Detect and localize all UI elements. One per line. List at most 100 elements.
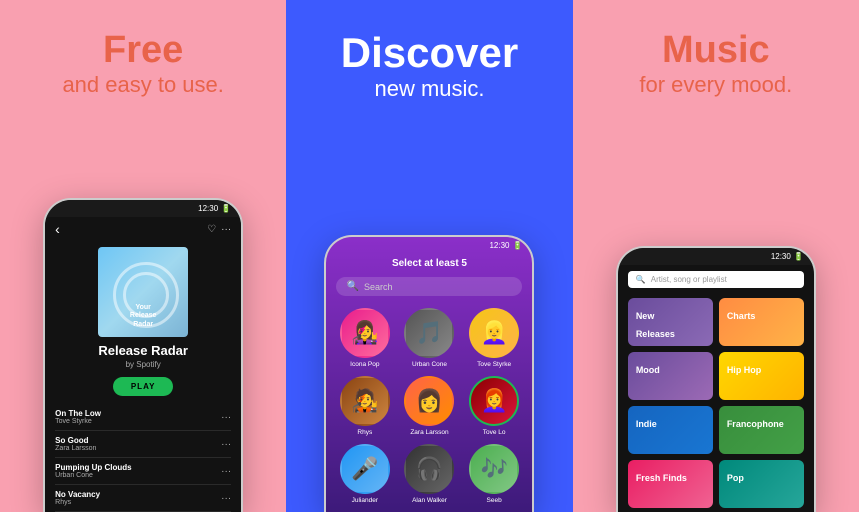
cat-label-fresh-finds: Fresh Finds <box>636 473 687 483</box>
cat-label-mood: Mood <box>636 365 660 375</box>
track-artist-4: Rhys <box>55 499 100 506</box>
artist-item[interactable]: 🎤 Juliander <box>336 444 393 504</box>
back-button[interactable]: ‹ <box>55 221 60 237</box>
header-icons: ♡ ··· <box>207 224 231 235</box>
center-status-time: 12:30 <box>489 241 509 250</box>
cat-label-charts: Charts <box>727 311 756 321</box>
left-status-time: 12:30 <box>198 204 218 213</box>
center-title: Discover <box>341 30 518 76</box>
search-icon-center: 🔍 <box>346 281 358 292</box>
right-search-placeholder: Artist, song or playlist <box>651 275 727 284</box>
category-mood[interactable]: Mood <box>628 352 713 400</box>
release-radar-title: Release Radar <box>45 343 241 358</box>
track-artist-1: Tove Styrke <box>55 418 101 425</box>
category-fresh-finds[interactable]: Fresh Finds <box>628 460 713 508</box>
artist-item[interactable]: 👩‍🎤 Icona Pop <box>336 308 393 368</box>
track-more-2[interactable]: ··· <box>221 439 231 450</box>
artist-name-5: Zara Larsson <box>410 429 448 436</box>
battery-icon: 🔋 <box>221 204 231 213</box>
artist-item[interactable]: 🧑‍🎤 Rhys <box>336 376 393 436</box>
artist-name-4: Rhys <box>357 429 372 436</box>
track-more-3[interactable]: ··· <box>221 466 231 477</box>
category-francophone[interactable]: Francophone <box>719 406 804 454</box>
left-phone: 12:30 🔋 ‹ ♡ ··· YourReleaseRadar Release… <box>43 198 243 512</box>
cat-label-new-releases: NewReleases <box>636 311 675 339</box>
left-panel: Free and easy to use. 12:30 🔋 ‹ ♡ ··· Yo… <box>0 0 286 512</box>
cat-label-francophone: Francophone <box>727 419 784 429</box>
artist-circle-5: 👩 <box>404 376 454 426</box>
artist-item[interactable]: 🎧 Alan Walker <box>401 444 458 504</box>
release-radar-by: by Spotify <box>45 360 241 369</box>
artist-item[interactable]: 👱‍♀️ Tove Styrke <box>466 308 523 368</box>
center-search-bar[interactable]: 🔍 Search <box>336 277 522 296</box>
artist-name-7: Juliander <box>352 497 378 504</box>
track-item: So Good Zara Larsson ··· <box>55 431 231 458</box>
artist-name-1: Icona Pop <box>350 361 379 368</box>
right-phone: 12:30 🔋 🔍 Artist, song or playlist NewRe… <box>616 246 816 512</box>
track-artist-2: Zara Larsson <box>55 445 96 452</box>
battery-icon-r: 🔋 <box>794 252 804 261</box>
artist-name-2: Urban Cone <box>412 361 447 368</box>
category-new-releases[interactable]: NewReleases <box>628 298 713 346</box>
categories-grid: NewReleases Charts Mood Hip Hop Indie Fr… <box>618 294 814 512</box>
left-phone-header: ‹ ♡ ··· <box>45 217 241 241</box>
play-button[interactable]: PLAY <box>113 377 173 396</box>
artist-name-6: Tove Lo <box>483 429 506 436</box>
category-pop[interactable]: Pop <box>719 460 804 508</box>
left-status-bar: 12:30 🔋 <box>45 200 241 217</box>
cat-label-indie: Indie <box>636 419 657 429</box>
track-list: On The Low Tove Styrke ··· So Good Zara … <box>45 404 241 512</box>
artist-circle-9: 🎶 <box>469 444 519 494</box>
more-icon[interactable]: ··· <box>221 224 231 235</box>
right-subtitle: for every mood. <box>639 72 792 98</box>
center-subtitle: new music. <box>374 76 484 102</box>
artist-item[interactable]: 🎵 Urban Cone <box>401 308 458 368</box>
artist-circle-3: 👱‍♀️ <box>469 308 519 358</box>
genre-select-title: Select at least 5 <box>326 254 532 273</box>
cat-label-pop: Pop <box>727 473 744 483</box>
search-icon-right: 🔍 <box>636 275 646 284</box>
track-name-2: So Good <box>55 436 96 445</box>
center-search-placeholder: Search <box>364 282 393 292</box>
category-hip-hop[interactable]: Hip Hop <box>719 352 804 400</box>
category-charts[interactable]: Charts <box>719 298 804 346</box>
track-item: No Vacancy Rhys ··· <box>55 485 231 512</box>
artist-name-8: Alan Walker <box>412 497 447 504</box>
album-label: YourReleaseRadar <box>130 304 156 329</box>
artist-circle-8: 🎧 <box>404 444 454 494</box>
track-name-1: On The Low <box>55 409 101 418</box>
track-name-4: No Vacancy <box>55 490 100 499</box>
track-name-3: Pumping Up Clouds <box>55 463 131 472</box>
right-panel: Music for every mood. 12:30 🔋 🔍 Artist, … <box>573 0 859 512</box>
right-status-bar: 12:30 🔋 <box>618 248 814 265</box>
left-subtitle: and easy to use. <box>62 72 223 98</box>
heart-icon[interactable]: ♡ <box>207 224 216 235</box>
artist-circle-1: 👩‍🎤 <box>340 308 390 358</box>
artist-circle-2: 🎵 <box>404 308 454 358</box>
center-phone: 12:30 🔋 Select at least 5 🔍 Search 👩‍🎤 I… <box>324 235 534 512</box>
left-title: Free <box>103 30 183 72</box>
cat-label-hip-hop: Hip Hop <box>727 365 762 375</box>
track-more-1[interactable]: ··· <box>221 412 231 423</box>
track-more-4[interactable]: ··· <box>221 493 231 504</box>
track-artist-3: Urban Cone <box>55 472 131 479</box>
artist-item[interactable]: 👩 Zara Larsson <box>401 376 458 436</box>
right-status-time: 12:30 <box>771 252 791 261</box>
category-indie[interactable]: Indie <box>628 406 713 454</box>
album-art: YourReleaseRadar <box>98 247 188 337</box>
track-item: Pumping Up Clouds Urban Cone ··· <box>55 458 231 485</box>
artist-circle-7: 🎤 <box>340 444 390 494</box>
artist-name-9: Seeb <box>487 497 502 504</box>
right-search-bar[interactable]: 🔍 Artist, song or playlist <box>628 271 804 288</box>
artist-circle-4: 🧑‍🎤 <box>340 376 390 426</box>
artist-circle-6: 👩‍🦰 <box>469 376 519 426</box>
track-item: On The Low Tove Styrke ··· <box>55 404 231 431</box>
artist-item[interactable]: 🎶 Seeb <box>466 444 523 504</box>
right-title: Music <box>662 30 770 72</box>
center-status-bar: 12:30 🔋 <box>326 237 532 254</box>
artist-name-3: Tove Styrke <box>477 361 511 368</box>
center-panel: Discover new music. 12:30 🔋 Select at le… <box>286 0 572 512</box>
artists-grid: 👩‍🎤 Icona Pop 🎵 Urban Cone 👱‍♀️ Tove Sty… <box>326 300 532 512</box>
battery-icon-c: 🔋 <box>513 241 523 250</box>
artist-item[interactable]: 👩‍🦰 Tove Lo <box>466 376 523 436</box>
